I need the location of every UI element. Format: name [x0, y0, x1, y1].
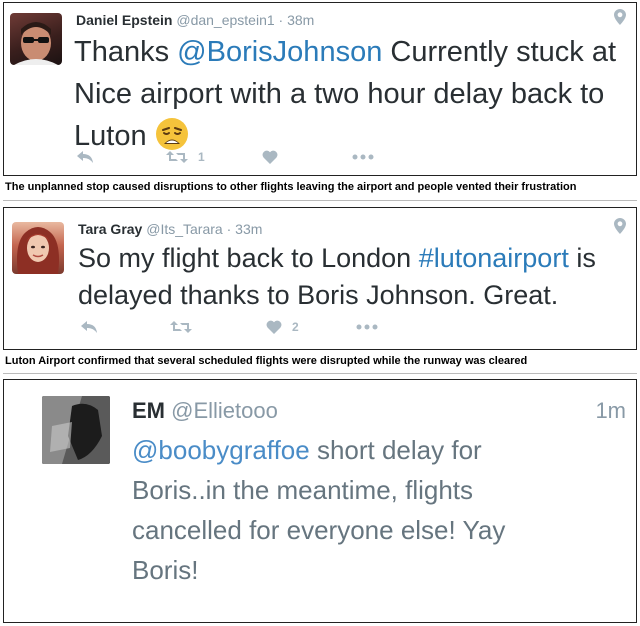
avatar[interactable] [12, 222, 64, 274]
reply-button[interactable] [76, 150, 166, 164]
tweet-text: So my flight back to London #lutonairpor… [78, 240, 634, 314]
caption: The unplanned stop caused disruptions to… [5, 181, 577, 193]
location-pin-icon [614, 9, 626, 25]
retweet-button[interactable] [170, 320, 266, 334]
more-dots-icon [352, 154, 374, 160]
timestamp[interactable]: 38m [287, 12, 314, 28]
fullname[interactable]: Daniel Epstein [76, 12, 172, 28]
caption: Luton Airport confirmed that several sch… [5, 355, 528, 367]
tweet-text-pre: So my flight back to London [78, 243, 419, 273]
avatar[interactable] [10, 13, 62, 65]
fullname[interactable]: Tara Gray [78, 221, 142, 237]
separator: · [226, 221, 232, 237]
tweet-actions: 2 [80, 320, 378, 334]
retweet-icon [170, 321, 192, 333]
hashtag-link[interactable]: #lutonairport [419, 243, 569, 273]
heart-icon [266, 320, 282, 334]
separator: · [278, 12, 284, 28]
tweet-card-1[interactable]: Daniel Epstein @dan_epstein1 · 38m Thank… [3, 2, 637, 176]
username[interactable]: @Its_Tarara [146, 221, 222, 237]
more-dots-icon [356, 324, 378, 330]
tweet-header: Daniel Epstein @dan_epstein1 · 38m [76, 12, 314, 28]
retweet-count: 1 [198, 150, 205, 164]
username[interactable]: @dan_epstein1 [176, 12, 274, 28]
retweet-icon [166, 151, 188, 163]
reply-button[interactable] [80, 320, 170, 334]
tweet-text: @boobygraffoe short delay for Boris..in … [132, 430, 572, 590]
like-button[interactable] [262, 150, 352, 164]
timestamp[interactable]: 33m [235, 221, 262, 237]
tweet-actions: 1 [76, 150, 374, 164]
tweet-card-2[interactable]: Tara Gray @Its_Tarara · 33m So my flight… [3, 207, 637, 350]
reply-icon [77, 151, 93, 163]
divider [3, 200, 637, 201]
tweet-header: EM @Ellietooo [132, 398, 278, 424]
avatar[interactable] [42, 396, 110, 464]
heart-icon [262, 150, 278, 164]
tweet-text: Thanks @BorisJohnson Currently stuck at … [74, 31, 634, 157]
more-button[interactable] [356, 324, 378, 330]
tweet-card-3[interactable]: EM @Ellietooo 1m @boobygraffoe short del… [3, 379, 637, 623]
mention-link[interactable]: @boobygraffoe [132, 435, 310, 465]
like-button[interactable]: 2 [266, 320, 356, 334]
more-button[interactable] [352, 154, 374, 160]
tweet-text-pre: Thanks [74, 36, 178, 68]
reply-icon [81, 321, 97, 333]
timestamp[interactable]: 1m [595, 398, 626, 424]
divider [3, 373, 637, 374]
mention-link[interactable]: @BorisJohnson [177, 36, 382, 68]
location-pin-icon [614, 218, 626, 234]
like-count: 2 [292, 320, 299, 334]
username[interactable]: @Ellietooo [171, 398, 278, 423]
retweet-button[interactable]: 1 [166, 150, 262, 164]
weary-face-emoji-icon [155, 118, 188, 150]
fullname[interactable]: EM [132, 398, 165, 423]
tweet-header: Tara Gray @Its_Tarara · 33m [78, 221, 262, 237]
